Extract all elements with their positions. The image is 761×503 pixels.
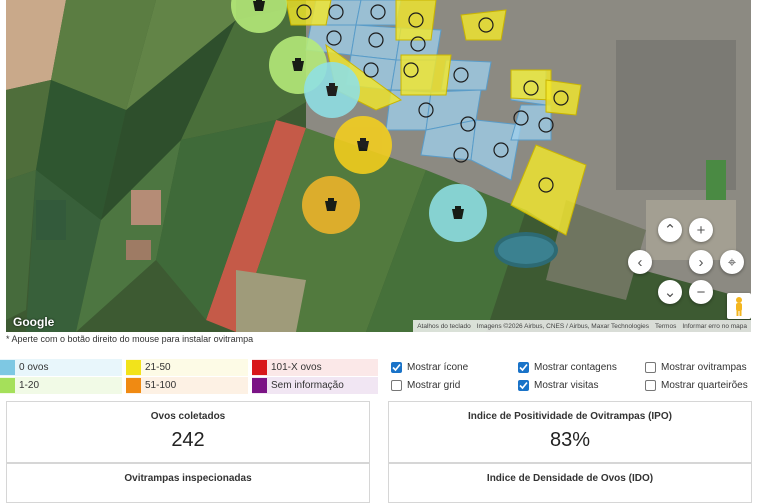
stat-card-ido: Indice de Densidade de Ovos (IDO) [388, 463, 752, 503]
option-label: Mostrar quarteirões [661, 379, 748, 391]
legend-swatch [252, 378, 267, 393]
checkbox[interactable] [391, 361, 402, 373]
option-mostrar-ovitrampas[interactable]: Mostrar ovitrampas [645, 359, 747, 375]
report-error-link[interactable]: Informar erro no mapa [682, 323, 747, 330]
center-map-button[interactable]: ⌖ [720, 250, 744, 274]
chevron-left-icon: ‹ [637, 253, 643, 271]
check-icon [392, 363, 401, 371]
option-mostrar-quarteiroes[interactable]: Mostrar quarteirões [645, 377, 748, 393]
trap-bucket-icon [357, 138, 369, 151]
pan-right-button[interactable]: › [689, 250, 713, 274]
stat-title: Indice de Densidade de Ovos (IDO) [486, 473, 654, 484]
trap-bucket-icon [326, 83, 338, 96]
option-mostrar-grid[interactable]: Mostrar grid [391, 377, 460, 393]
pan-up-button[interactable]: ⌃ [658, 218, 682, 242]
google-logo: Google [13, 315, 55, 329]
legend-item-1-20: 1-20 [0, 377, 122, 394]
map-attribution: Atalhos do teclado Imagens ©2026 Airbus,… [413, 320, 751, 332]
checkbox[interactable] [391, 379, 402, 391]
trap-bucket-icon [325, 198, 337, 211]
crosshair-icon: ⌖ [727, 253, 737, 271]
legend-swatch [252, 360, 267, 375]
legend-label: 101-X ovos [271, 362, 322, 373]
stat-value: 83% [549, 429, 591, 451]
checkbox[interactable] [518, 379, 529, 391]
checkbox[interactable] [645, 379, 656, 391]
plus-icon: + [696, 221, 706, 239]
legend-item-101-x: 101-X ovos [252, 359, 378, 376]
legend-item-sem-informacao: Sem informação [252, 377, 378, 394]
stat-card-ovos-coletados: Ovos coletados 242 [6, 401, 370, 463]
map-view[interactable]: ⌃ + ‹ › ⌖ ⌄ − Google Atalhos do teclado … [6, 0, 751, 332]
ovitrap-marker[interactable] [429, 184, 487, 242]
legend-swatch [0, 360, 15, 375]
option-mostrar-icone[interactable]: Mostrar ícone [391, 359, 468, 375]
terms-link[interactable]: Termos [655, 323, 676, 330]
chevron-up-icon: ⌃ [663, 222, 677, 239]
option-label: Mostrar ícone [407, 361, 469, 373]
trap-bucket-icon [452, 206, 464, 219]
zoom-out-button[interactable]: − [689, 280, 713, 304]
pegman-icon [736, 297, 742, 316]
check-icon [519, 363, 528, 371]
ovitrap-marker[interactable] [304, 62, 360, 118]
stat-card-ovitrampas-inspecionadas: Ovitrampas inspecionadas [6, 463, 370, 503]
legend-item-51-100: 51-100 [126, 377, 248, 394]
minus-icon: − [696, 283, 706, 301]
legend-label: 1-20 [19, 380, 40, 391]
chevron-down-icon: ⌄ [663, 284, 677, 301]
pan-down-button[interactable]: ⌄ [658, 280, 682, 304]
ovitrap-marker[interactable] [302, 176, 360, 234]
keyboard-shortcuts-link[interactable]: Atalhos do teclado [417, 323, 470, 330]
legend-item-21-50: 21-50 [126, 359, 248, 376]
legend-swatch [126, 378, 141, 393]
legend-label: 0 ovos [19, 362, 49, 373]
stat-value: 242 [171, 429, 205, 451]
trap-bucket-icon [292, 58, 304, 71]
option-label: Mostrar grid [407, 379, 461, 391]
legend-label: 51-100 [145, 380, 177, 391]
option-label: Mostrar visitas [534, 379, 599, 391]
zoom-in-button[interactable]: + [689, 218, 713, 242]
stat-title: Ovos coletados [150, 411, 226, 422]
pan-left-button[interactable]: ‹ [628, 250, 652, 274]
chevron-right-icon: › [698, 253, 704, 271]
pegman-button[interactable] [727, 293, 751, 319]
option-label: Mostrar ovitrampas [661, 361, 747, 373]
legend-item-0-ovos: 0 ovos [0, 359, 122, 376]
legend-label: Sem informação [271, 380, 344, 391]
trap-bucket-icon [253, 0, 265, 11]
legend-swatch [0, 378, 15, 393]
option-label: Mostrar contagens [534, 361, 617, 373]
imagery-credit: Imagens ©2026 Airbus, CNES / Airbus, Max… [476, 322, 650, 330]
ovitrap-marker[interactable] [334, 116, 392, 174]
option-mostrar-contagens[interactable]: Mostrar contagens [518, 359, 617, 375]
option-mostrar-visitas[interactable]: Mostrar visitas [518, 377, 598, 393]
stat-card-ipo: Indice de Positividade de Ovitrampas (IP… [388, 401, 752, 463]
check-icon [519, 381, 528, 389]
stat-title: Indice de Positividade de Ovitrampas (IP… [468, 411, 672, 422]
legend-label: 21-50 [145, 362, 171, 373]
checkbox[interactable] [518, 361, 529, 373]
legend-swatch [126, 360, 141, 375]
stat-title: Ovitrampas inspecionadas [124, 473, 252, 484]
checkbox[interactable] [645, 361, 656, 373]
install-hint: * Aperte com o botão direito do mouse pa… [6, 334, 254, 344]
